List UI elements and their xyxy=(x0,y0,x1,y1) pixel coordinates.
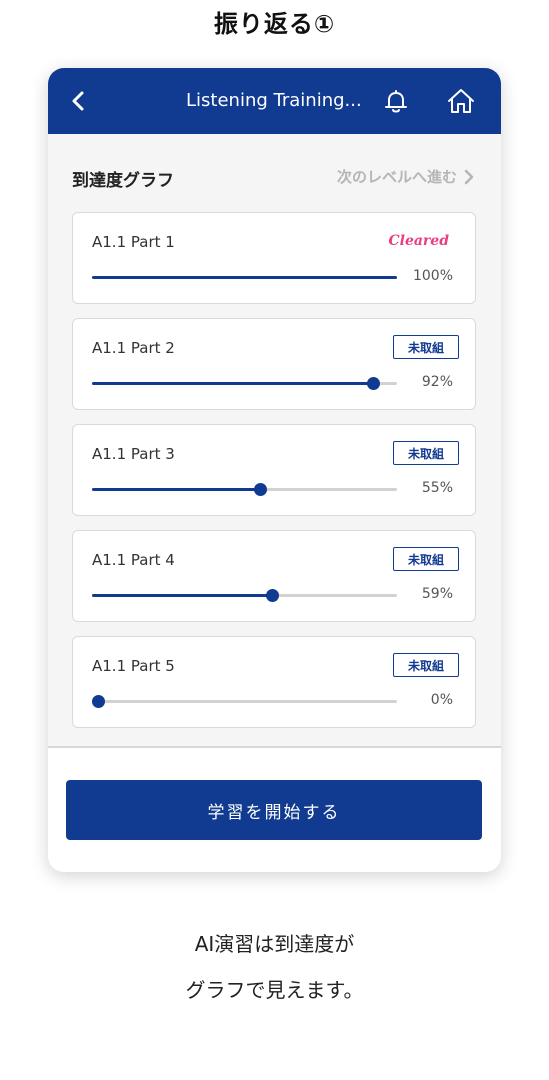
app-header: Listening Training... xyxy=(48,68,501,134)
chevron-left-icon[interactable] xyxy=(66,88,92,114)
footer-area: 学習を開始する xyxy=(48,748,501,872)
chevron-right-icon xyxy=(464,169,474,184)
progress-percent: 55% xyxy=(421,480,453,496)
next-level-link[interactable]: 次のレベルへ進む xyxy=(337,166,475,187)
cleared-badge: Cleared xyxy=(388,233,449,249)
status-badge: 未取組 xyxy=(393,335,459,359)
home-icon[interactable] xyxy=(446,86,476,116)
progress-card-part1[interactable]: A1.1 Part 1 Cleared 100% xyxy=(72,212,476,304)
status-badge: 未取組 xyxy=(393,653,459,677)
progress-bar xyxy=(92,695,397,708)
graph-title: 到達度グラフ xyxy=(72,171,174,191)
progress-card-part3[interactable]: A1.1 Part 3 未取組 55% xyxy=(72,424,476,516)
card-title: A1.1 Part 4 xyxy=(92,551,175,569)
progress-fill xyxy=(92,276,397,279)
progress-fill xyxy=(92,594,272,597)
progress-card-part2[interactable]: A1.1 Part 2 未取組 92% xyxy=(72,318,476,410)
progress-percent: 92% xyxy=(421,374,453,390)
status-badge: 未取組 xyxy=(393,441,459,465)
progress-card-part5[interactable]: A1.1 Part 5 未取組 0% xyxy=(72,636,476,728)
progress-bar xyxy=(92,589,397,602)
header-title: Listening Training... xyxy=(186,90,362,111)
progress-knob xyxy=(253,483,267,496)
progress-percent: 59% xyxy=(421,586,453,602)
progress-fill xyxy=(92,382,373,385)
card-title: A1.1 Part 5 xyxy=(92,657,175,675)
progress-knob xyxy=(92,695,106,708)
card-title: A1.1 Part 2 xyxy=(92,339,175,357)
card-title: A1.1 Part 1 xyxy=(92,233,175,251)
bell-icon[interactable] xyxy=(383,88,409,116)
progress-knob xyxy=(265,589,279,602)
app-screen: Listening Training... 到達度グラフ 次のレベルへ進む A1… xyxy=(48,68,501,872)
progress-percent: 100% xyxy=(412,268,453,284)
progress-bar xyxy=(92,276,397,279)
caption-line-1: AI演習は到達度が xyxy=(194,932,355,956)
progress-card-part4[interactable]: A1.1 Part 4 未取組 59% xyxy=(72,530,476,622)
caption-line-2: グラフで見えます。 xyxy=(185,978,364,1002)
progress-knob xyxy=(366,377,380,390)
page-heading: 振り返る① xyxy=(213,10,336,38)
progress-bar xyxy=(92,483,397,496)
progress-fill xyxy=(92,488,260,491)
card-title: A1.1 Part 3 xyxy=(92,445,175,463)
progress-percent: 0% xyxy=(430,692,453,708)
progress-bar xyxy=(92,377,397,390)
status-badge: 未取組 xyxy=(393,547,459,571)
start-learning-button[interactable]: 学習を開始する xyxy=(66,780,482,840)
next-level-label: 次のレベルへ進む xyxy=(336,168,457,186)
